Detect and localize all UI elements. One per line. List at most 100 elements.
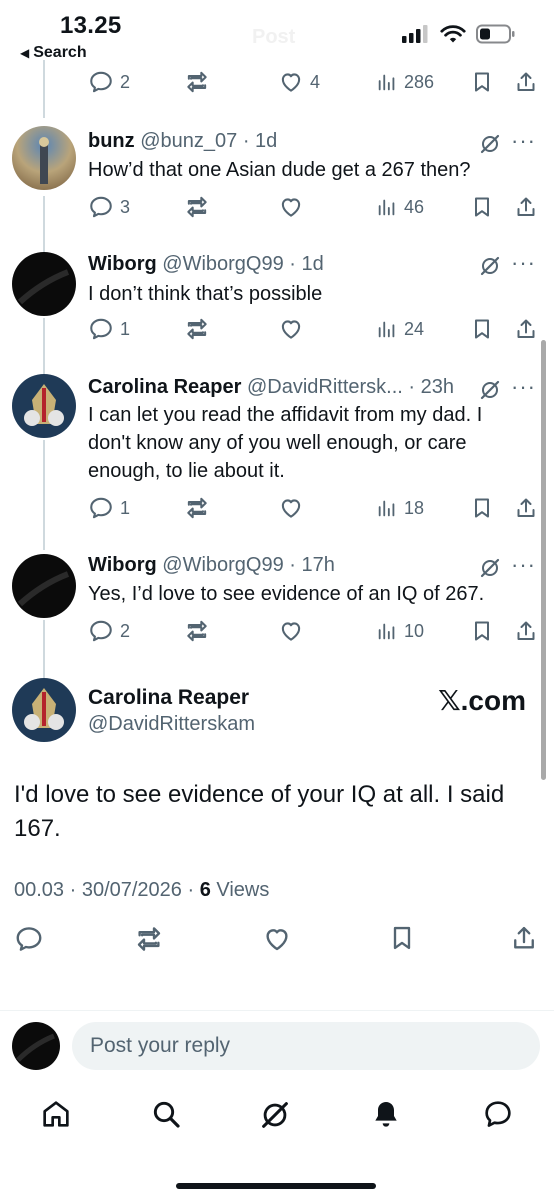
views-button[interactable]: 18 [376,497,424,519]
tweet-text: I can let you read the affidavit from my… [88,404,483,482]
notifications-icon[interactable] [370,1098,402,1130]
more-icon[interactable]: ··· [511,128,536,154]
own-avatar[interactable] [12,1022,60,1070]
reply-button[interactable]: 1 [88,495,130,521]
like-button[interactable]: 4 [278,69,320,95]
share-button[interactable] [514,619,538,643]
reply-icon [14,924,44,954]
bookmark-button[interactable] [470,619,494,643]
like-icon [262,924,292,954]
main-post-avatar[interactable] [12,678,76,742]
share-button[interactable] [514,496,538,520]
author-name[interactable]: bunz [88,130,135,152]
grok-tab-icon[interactable] [258,1098,292,1132]
tweet-text: Yes, I’d love to see evidence of an IQ o… [88,583,485,605]
bookmark-icon [470,619,494,643]
back-label: Search [33,44,87,61]
divider [0,1010,554,1011]
main-post-timestamp: 00.03 · 30/07/2026 · [14,879,200,901]
tweet-actions: 2 4 286 [88,67,538,97]
more-icon[interactable]: ··· [511,250,536,276]
grok-icon[interactable] [478,132,502,156]
grok-icon[interactable] [478,254,502,278]
reply-count: 2 [120,71,131,92]
bookmark-button[interactable] [470,195,494,219]
bookmark-button[interactable] [470,317,494,341]
author-handle[interactable]: @DavidRittersk... [247,376,403,398]
like-button[interactable] [278,495,304,521]
reply-icon [88,194,114,220]
author-name[interactable]: Wiborg [88,554,157,576]
author-name[interactable]: Wiborg [88,253,157,275]
retweet-button[interactable] [134,924,164,954]
share-icon [514,619,538,643]
share-icon [514,195,538,219]
grok-icon[interactable] [478,556,502,580]
home-icon[interactable] [40,1098,72,1130]
retweet-button[interactable] [184,495,210,521]
messages-icon[interactable] [482,1098,514,1130]
reply-count: 1 [120,318,131,339]
avatar[interactable] [12,554,76,618]
tweet-header: bunz @bunz_07 · 1d [88,130,277,153]
views-icon [376,620,398,642]
retweet-button[interactable] [184,618,210,644]
share-button[interactable] [514,70,538,94]
main-post-author-handle[interactable]: @DavidRitterskam [88,713,255,736]
share-button[interactable] [510,924,538,952]
author-handle[interactable]: @bunz_07 [140,130,237,152]
bookmark-button[interactable] [470,70,494,94]
views-count: 24 [404,318,425,339]
retweet-button[interactable] [184,316,210,342]
reply-count: 1 [120,497,131,518]
thread-line [43,196,45,252]
more-icon[interactable]: ··· [511,374,536,400]
reply-count: 3 [120,196,131,217]
like-icon [278,69,304,95]
bookmark-button[interactable] [470,496,494,520]
retweet-button[interactable] [184,69,210,95]
system-icons [402,24,516,44]
reply-icon [88,316,114,342]
home-indicator [176,1183,376,1189]
views-button[interactable]: 10 [376,620,424,642]
bookmark-button[interactable] [388,924,416,952]
like-button[interactable] [278,618,304,644]
like-button[interactable] [278,194,304,220]
back-to-search-button[interactable]: ◀ Search [20,44,87,62]
share-button[interactable] [514,317,538,341]
reply-button[interactable]: 2 [88,618,130,644]
reply-input[interactable]: Post your reply [72,1022,540,1070]
author-name[interactable]: Carolina Reaper [88,376,241,398]
more-icon[interactable]: ··· [511,552,536,578]
avatar[interactable] [12,252,76,316]
views-button[interactable]: 286 [376,71,434,93]
grok-icon[interactable] [478,378,502,402]
like-button[interactable] [278,316,304,342]
author-handle[interactable]: @WiborgQ99 [162,253,283,275]
reply-button[interactable] [14,924,44,954]
views-button[interactable]: 46 [376,196,424,218]
avatar[interactable] [12,126,76,190]
tweet-text: I don’t think that’s possible [88,283,323,305]
like-icon [278,194,304,220]
reply-button[interactable]: 3 [88,194,130,220]
share-button[interactable] [514,195,538,219]
search-icon[interactable] [150,1098,182,1130]
like-icon [278,316,304,342]
views-button[interactable]: 24 [376,318,424,340]
main-post-author-name[interactable]: Carolina Reaper [88,686,249,710]
dot-separator: · [283,554,302,576]
like-icon [278,495,304,521]
reply-icon [88,495,114,521]
like-button[interactable] [262,924,292,954]
retweet-icon [184,618,210,644]
reply-button[interactable]: 1 [88,316,130,342]
author-handle[interactable]: @WiborgQ99 [162,554,283,576]
like-icon [278,618,304,644]
retweet-button[interactable] [184,194,210,220]
scrollbar[interactable] [541,340,546,780]
avatar[interactable] [12,374,76,438]
reply-button[interactable]: 2 [88,69,130,95]
share-icon [510,924,538,952]
